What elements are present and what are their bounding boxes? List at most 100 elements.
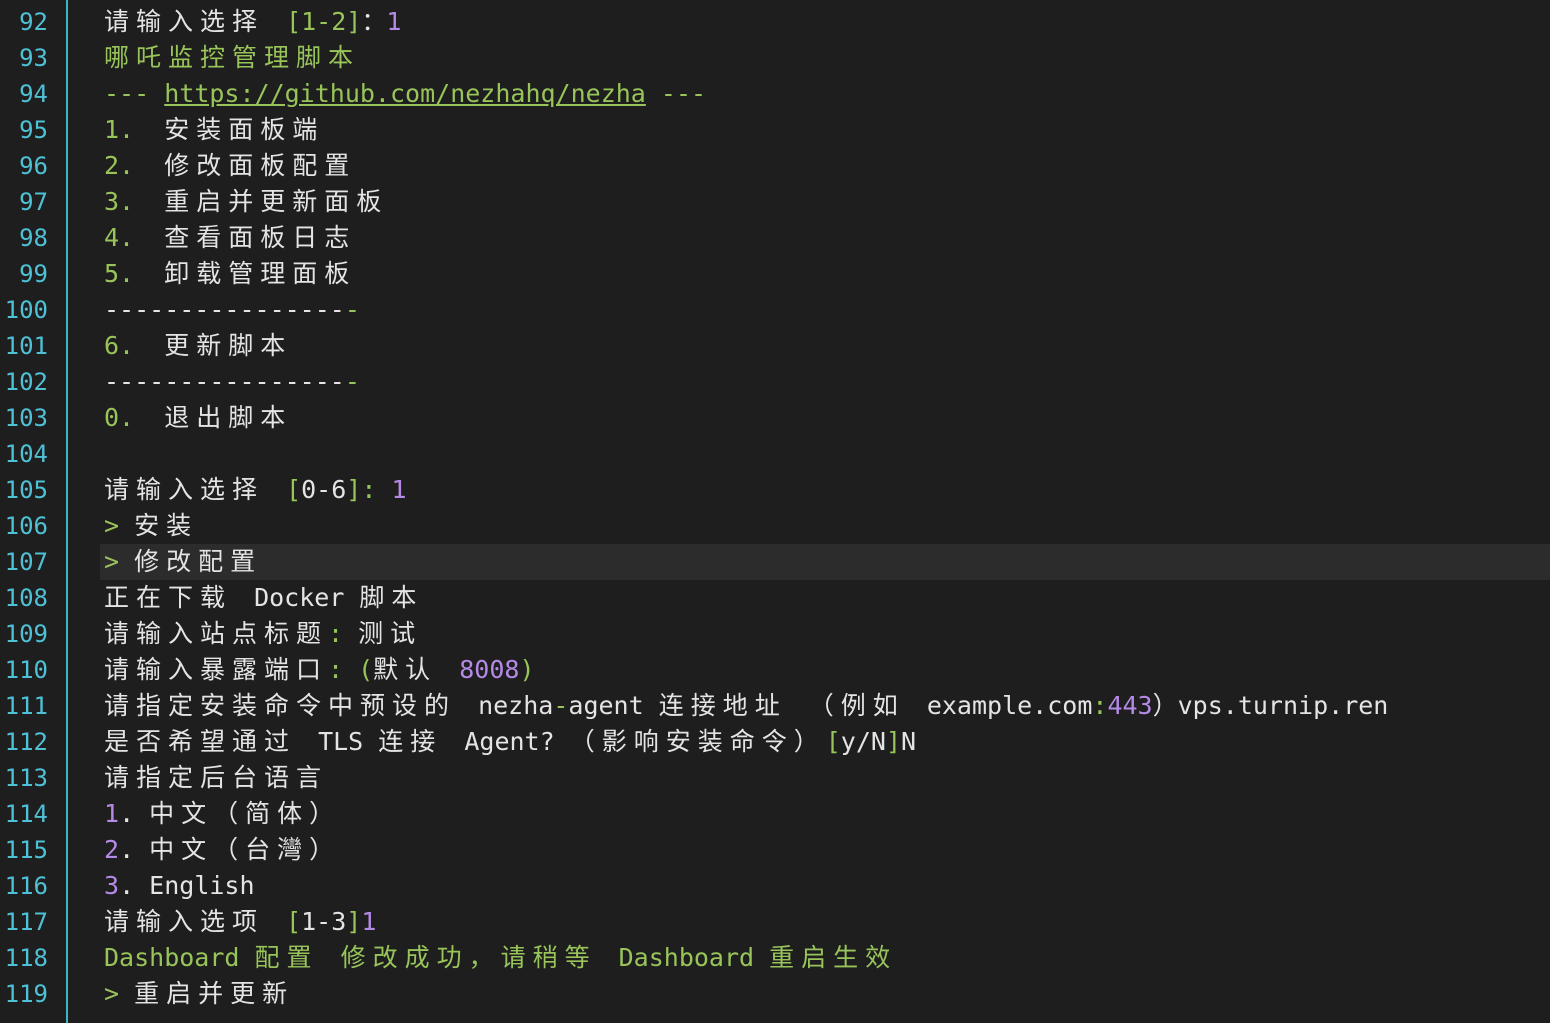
editor-line[interactable]: 111 请指定安装命令中预设的 nezha-agent 连接地址 （例如 exam… <box>0 688 1550 724</box>
code-token: ---------------- <box>104 367 345 396</box>
line-number: 102 <box>4 368 48 396</box>
line-number: 113 <box>4 764 48 792</box>
code-token: [ <box>825 727 841 756</box>
editor-line[interactable]: 96 2. 修改面板配置 <box>0 148 1550 184</box>
line-code: 请输入暴露端口: (默认 8008) <box>104 652 535 688</box>
line-number: 107 <box>4 548 48 576</box>
repo-link[interactable]: https://github.com/nezhahq/nezha <box>164 79 646 108</box>
editor-line[interactable]: 109 请输入站点标题: 测试 <box>0 616 1550 652</box>
code-token: 443 <box>1107 691 1153 720</box>
code-token: 4. <box>104 223 165 252</box>
line-number: 99 <box>19 260 48 288</box>
code-token: 3. <box>104 187 165 216</box>
line-code: > 重启并更新 <box>104 976 294 1012</box>
code-token: 请指定后台语言 <box>104 763 329 792</box>
line-number: 104 <box>4 440 48 468</box>
editor-line[interactable]: 98 4. 查看面板日志 <box>0 220 1550 256</box>
code-token: 脚本 <box>359 583 424 612</box>
line-code: 请指定后台语言 <box>104 760 328 796</box>
line-code: 6. 更新脚本 <box>104 328 292 364</box>
editor-line[interactable]: 92 请输入选择 [1-2]：1 <box>0 4 1550 40</box>
line-code: 5. 卸载管理面板 <box>104 256 356 292</box>
code-token: ---------------- <box>104 295 345 324</box>
line-number: 93 <box>19 44 48 72</box>
code-token: --- <box>104 79 165 108</box>
code-token: 2 <box>104 835 120 864</box>
editor-line[interactable]: 117 请输入选项 [1-3]1 <box>0 904 1550 940</box>
code-token: 是否希望通过 <box>104 727 319 756</box>
code-token: ] <box>885 727 901 756</box>
editor-line[interactable]: 102 ----------------- <box>0 364 1550 400</box>
code-token: example.com <box>926 691 1093 720</box>
code-token: > <box>104 979 135 1008</box>
current-line-highlight <box>100 544 1550 580</box>
line-number: 100 <box>4 296 48 324</box>
code-token: 连接 <box>378 727 465 756</box>
editor-line[interactable]: 106 > 安装 <box>0 508 1550 544</box>
code-token: Agent? <box>464 727 570 756</box>
code-token: ]: <box>346 475 392 504</box>
code-token: . <box>119 799 150 828</box>
code-token: Docker <box>254 583 360 612</box>
code-token: : <box>1092 691 1108 720</box>
code-token: 请输入选项 <box>104 907 287 936</box>
editor-line[interactable]: 115 2. 中文（台灣） <box>0 832 1550 868</box>
editor-line[interactable]: 93 哪吒监控管理脚本 <box>0 40 1550 76</box>
code-token: - <box>553 691 569 720</box>
code-token: 1-3 <box>301 907 347 936</box>
editor-line[interactable]: 104 <box>0 436 1550 472</box>
code-token: - <box>344 367 360 396</box>
editor-line[interactable]: 103 0. 退出脚本 <box>0 400 1550 436</box>
editor-line[interactable]: 95 1. 安装面板端 <box>0 112 1550 148</box>
editor-line[interactable]: 116 3. English <box>0 868 1550 904</box>
line-number: 112 <box>4 728 48 756</box>
code-token: . English <box>119 871 255 900</box>
code-token: ] <box>346 907 362 936</box>
editor-line[interactable]: 101 6. 更新脚本 <box>0 328 1550 364</box>
code-editor[interactable]: 92 请输入选择 [1-2]：1 93 哪吒监控管理脚本 94 --- https://g… <box>0 0 1550 1023</box>
line-code: Dashboard 配置 修改成功，请稍等 Dashboard 重启生效 <box>104 940 897 976</box>
line-code: --- https://github.com/nezhahq/nezha --- <box>104 76 706 112</box>
line-code: 请输入选项 [1-3]1 <box>104 904 376 940</box>
code-token: 重启并更新面板 <box>164 187 389 216</box>
line-number: 97 <box>19 188 48 216</box>
line-code: 2. 修改面板配置 <box>104 148 356 184</box>
code-token: - <box>344 295 360 324</box>
editor-line[interactable]: 119 > 重启并更新 <box>0 976 1550 1012</box>
line-code: 1. 安装面板端 <box>104 112 324 148</box>
code-token: 哪吒监控管理脚本 <box>104 43 361 72</box>
line-number: 114 <box>4 800 48 828</box>
line-number: 101 <box>4 332 48 360</box>
editor-line[interactable]: 118 Dashboard 配置 修改成功，请稍等 Dashboard 重启生效 <box>0 940 1550 976</box>
code-token: 卸载管理面板 <box>164 259 357 288</box>
code-token: 1 <box>104 799 120 828</box>
line-code: 是否希望通过 TLS 连接 Agent? （影响安装命令）[y/N]N <box>104 724 916 760</box>
editor-line[interactable]: 105 请输入选择 [0-6]: 1 <box>0 472 1550 508</box>
code-token: 连接地址 （例如 <box>658 691 927 720</box>
editor-line[interactable]: 110 请输入暴露端口: (默认 8008) <box>0 652 1550 688</box>
code-token: （影响安装命令） <box>569 727 826 756</box>
editor-line[interactable]: 113 请指定后台语言 <box>0 760 1550 796</box>
line-number: 116 <box>4 872 48 900</box>
line-code: 0. 退出脚本 <box>104 400 292 436</box>
code-token: vps.turnip.ren <box>1177 691 1389 720</box>
code-token: 重启并更新 <box>134 979 295 1008</box>
code-token: 查看面板日志 <box>164 223 357 252</box>
editor-line[interactable]: 97 3. 重启并更新面板 <box>0 184 1550 220</box>
line-code: ----------------- <box>104 364 360 400</box>
code-token: > <box>104 547 135 576</box>
line-number: 118 <box>4 944 48 972</box>
line-code: 哪吒监控管理脚本 <box>104 40 360 76</box>
code-token: 8008 <box>459 655 520 684</box>
code-token: 重启生效 <box>769 943 898 972</box>
editor-line[interactable]: 100 ----------------- <box>0 292 1550 328</box>
code-token: 0. <box>104 403 165 432</box>
editor-line[interactable]: 94 --- https://github.com/nezhahq/nezha -… <box>0 76 1550 112</box>
editor-line[interactable]: 107 > 修改配置 <box>0 544 1550 580</box>
editor-line[interactable]: 108 正在下载 Docker 脚本 <box>0 580 1550 616</box>
editor-line[interactable]: 114 1. 中文（简体） <box>0 796 1550 832</box>
editor-line[interactable]: 112 是否希望通过 TLS 连接 Agent? （影响安装命令）[y/N]N <box>0 724 1550 760</box>
editor-line[interactable]: 99 5. 卸载管理面板 <box>0 256 1550 292</box>
code-token: 3 <box>104 871 120 900</box>
code-token: Dashboard <box>104 943 255 972</box>
